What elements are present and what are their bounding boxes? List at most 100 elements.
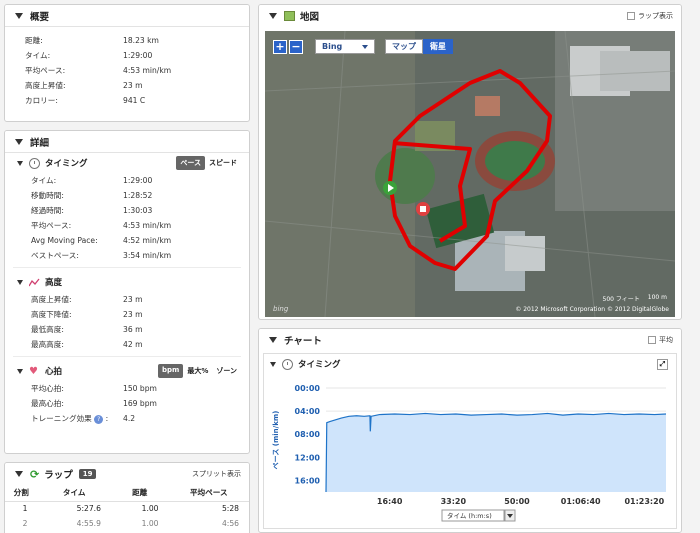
zoom-out-button[interactable]: − xyxy=(289,39,303,54)
elevation-row: 最高高度: 42 m xyxy=(5,337,249,352)
collapse-triangle-icon[interactable] xyxy=(17,160,23,166)
elevation-section-header[interactable]: 高度 xyxy=(5,272,249,292)
lap-display-toggle[interactable]: ラップ表示 xyxy=(627,11,673,21)
column-header[interactable]: 平均ペース xyxy=(168,485,249,502)
chart-header[interactable]: チャート 平均 xyxy=(259,329,681,351)
stop-icon xyxy=(420,206,426,212)
laps-count-badge: 19 xyxy=(78,469,97,479)
x-tick-label: 33:20 xyxy=(441,497,467,506)
section-divider xyxy=(13,267,241,268)
average-label: 平均 xyxy=(659,336,673,344)
clock-icon xyxy=(282,358,293,370)
speed-toggle-button[interactable]: スピード xyxy=(205,156,241,170)
help-icon[interactable]: ? xyxy=(94,414,104,424)
collapse-triangle-icon[interactable] xyxy=(15,138,23,145)
collapse-triangle-icon[interactable] xyxy=(17,368,23,374)
heart-label: 最高心拍: xyxy=(31,399,64,408)
heart-row: トレーニング効果 ? : 4.2 xyxy=(5,411,249,426)
average-toggle[interactable]: 平均 xyxy=(648,335,673,345)
lap-pace: 4:56 xyxy=(221,519,239,528)
timing-row: 移動時間: 1:28:52 xyxy=(5,188,249,203)
collapse-triangle-icon[interactable] xyxy=(15,12,23,19)
elevation-row: 高度下降値: 23 m xyxy=(5,307,249,322)
column-header[interactable]: タイム xyxy=(37,485,111,502)
bing-logo: bing xyxy=(273,305,289,313)
y-tick-label: 08:00 xyxy=(295,430,321,439)
satellite-view-button[interactable]: 衛星 xyxy=(423,39,453,54)
summary-row: 高度上昇値: 23 m xyxy=(5,78,249,93)
chart-title: チャート xyxy=(284,336,322,347)
summary-header[interactable]: 概要 xyxy=(5,5,249,27)
map-title: 地図 xyxy=(300,12,320,23)
satellite-map[interactable]: + − Bing マップ 衛星 500 フィート 100 m bing © 20… xyxy=(265,31,675,317)
timing-row: ベストペース: 3:54 min/km xyxy=(5,248,249,263)
elevation-value: 23 m xyxy=(123,295,143,304)
map-icon xyxy=(284,11,295,21)
summary-row: タイム: 1:29:00 xyxy=(5,48,249,63)
lap-display-checkbox[interactable] xyxy=(627,12,635,20)
heart-title: 心拍 xyxy=(45,367,63,377)
max-percent-toggle-button[interactable]: 最大% xyxy=(183,364,212,378)
timing-chart-header[interactable]: タイミング ⤢ xyxy=(264,354,676,374)
x-tick-label: 50:00 xyxy=(504,497,530,506)
summary-value: 4:53 min/km xyxy=(123,66,172,75)
heart-section-header[interactable]: ♥ 心拍 bpm 最大% ゾーン xyxy=(5,361,249,381)
heart-value: 169 bpm xyxy=(123,399,157,408)
x-tick-label: 01:23:20 xyxy=(624,497,664,506)
pace-chart[interactable]: 00:00 04:00 08:00 12:00 16:00 16:40 33:20 50:00… xyxy=(264,374,676,524)
column-header[interactable]: 距離 xyxy=(110,485,169,502)
timing-value: 1:28:52 xyxy=(123,191,153,200)
x-tick-label: 16:40 xyxy=(377,497,403,506)
timing-row: 平均ペース: 4:53 min/km xyxy=(5,218,249,233)
training-effect-label-wrap: トレーニング効果 ? : xyxy=(31,414,109,424)
chevron-down-icon xyxy=(362,44,368,49)
table-row[interactable]: 1 5:27.6 1.00 5:28 xyxy=(5,501,249,516)
timing-label: 平均ペース: xyxy=(31,221,72,230)
timing-section-header[interactable]: タイミング ペース スピード xyxy=(5,153,249,173)
timing-value: 1:29:00 xyxy=(123,176,153,185)
map-controls: + − Bing マップ 衛星 xyxy=(273,39,453,54)
summary-value: 18.23 km xyxy=(123,36,159,45)
map-header[interactable]: 地図 ラップ表示 xyxy=(259,5,681,27)
split-view-link[interactable]: スプリット表示 xyxy=(192,469,241,479)
summary-title: 概要 xyxy=(30,11,50,23)
laps-header[interactable]: ⟳ ラップ 19 スプリット表示 xyxy=(5,463,249,485)
heart-icon: ♥ xyxy=(29,365,38,377)
map-provider-value: Bing xyxy=(322,42,343,51)
collapse-triangle-icon[interactable] xyxy=(269,13,277,19)
timing-value: 1:30:03 xyxy=(123,206,153,215)
lap-distance: 1.00 xyxy=(141,504,159,514)
lap-number: 1 xyxy=(22,504,28,514)
elevation-value: 42 m xyxy=(123,340,143,349)
details-header[interactable]: 詳細 xyxy=(5,131,249,153)
average-checkbox[interactable] xyxy=(648,336,656,344)
pace-speed-toggle: ペース スピード xyxy=(176,156,241,170)
map-scale: 500 フィート 100 m xyxy=(603,294,667,303)
collapse-triangle-icon[interactable] xyxy=(17,279,23,285)
map-imagery xyxy=(265,31,675,317)
summary-label: 距離: xyxy=(25,36,43,45)
zone-toggle-button[interactable]: ゾーン xyxy=(212,364,241,378)
laps-title: ラップ xyxy=(44,470,73,481)
summary-panel: 概要 距離: 18.23 km タイム: 1:29:00 平均ペース: 4:53 mi… xyxy=(4,4,250,122)
table-row[interactable]: 2 4:55.9 1.00 4:56 xyxy=(5,516,249,531)
clock-icon xyxy=(29,157,40,169)
pace-toggle-button[interactable]: ペース xyxy=(176,156,205,170)
collapse-triangle-icon[interactable] xyxy=(270,361,276,367)
map-provider-select[interactable]: Bing xyxy=(315,39,375,54)
elevation-title: 高度 xyxy=(45,278,63,288)
bpm-toggle-button[interactable]: bpm xyxy=(158,364,184,378)
collapse-triangle-icon[interactable] xyxy=(15,471,23,477)
collapse-triangle-icon[interactable] xyxy=(269,337,277,343)
chart-panel: チャート 平均 タイミング ⤢ 00:00 04:00 08:00 12:00 16:0… xyxy=(258,328,682,533)
heart-row: 最高心拍: 169 bpm xyxy=(5,396,249,411)
timing-value: 4:53 min/km xyxy=(123,221,172,230)
section-divider xyxy=(13,356,241,357)
zoom-in-button[interactable]: + xyxy=(273,39,287,54)
timing-label: ベストペース: xyxy=(31,251,79,260)
column-header[interactable]: 分割 xyxy=(5,485,38,502)
expand-icon[interactable]: ⤢ xyxy=(657,358,668,370)
timing-row: 経過時間: 1:30:03 xyxy=(5,203,249,218)
timing-value: 4:52 min/km xyxy=(123,236,172,245)
map-view-button[interactable]: マップ xyxy=(385,39,423,54)
